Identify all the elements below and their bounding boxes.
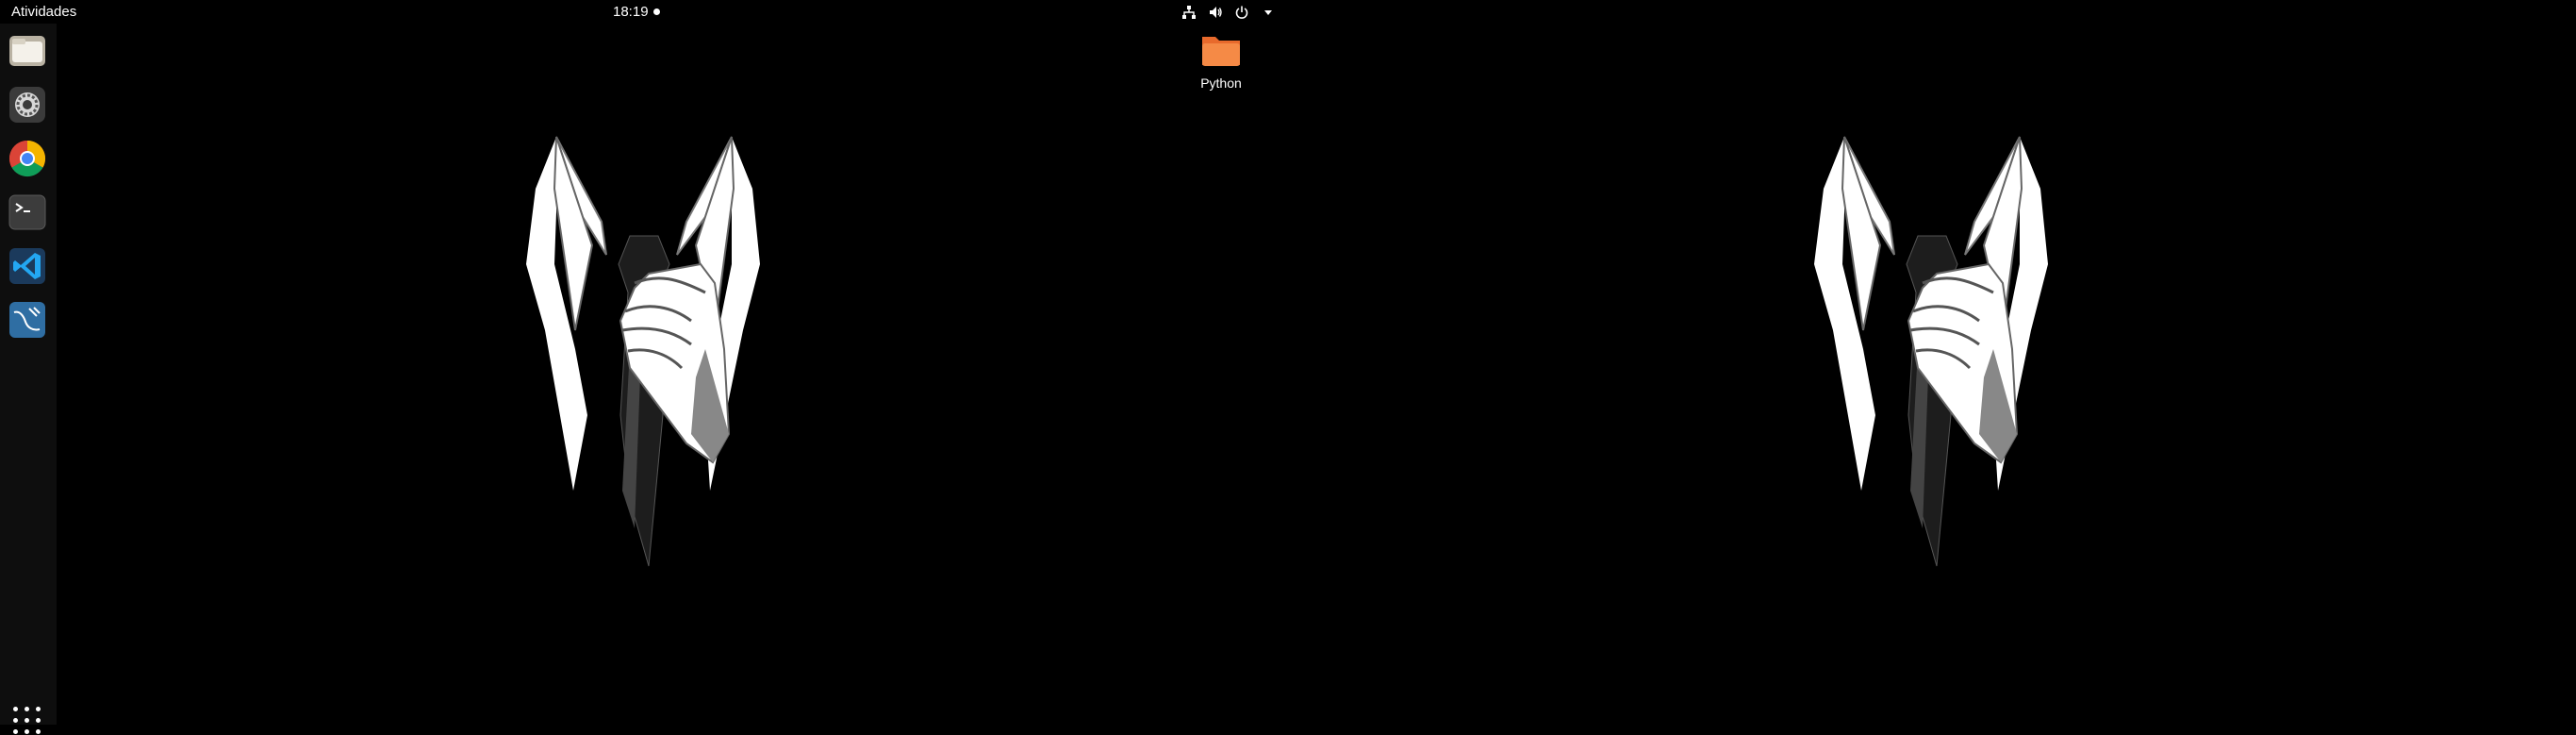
folder-icon: [1202, 37, 1240, 66]
dock-vscode[interactable]: [7, 245, 48, 287]
volume-icon[interactable]: [1207, 4, 1224, 21]
dock-terminal[interactable]: [7, 192, 48, 233]
clock-button[interactable]: 18:19: [613, 0, 660, 24]
notification-dot-icon: [652, 8, 660, 15]
activities-button[interactable]: Atividades: [11, 0, 76, 24]
dock: [0, 24, 57, 734]
desktop-folder-python[interactable]: Python: [1194, 31, 1248, 91]
dock-chrome[interactable]: [7, 138, 48, 179]
vscode-icon: [9, 248, 45, 284]
power-icon[interactable]: [1233, 4, 1250, 21]
chrome-icon: [8, 140, 46, 177]
wallpaper-suit-left: [526, 136, 760, 567]
top-panel: Atividades 18:19: [0, 0, 1288, 24]
wallpaper-suit-right: [1814, 136, 2048, 567]
dock-files[interactable]: [7, 30, 48, 72]
desktop-icon-label: Python: [1200, 75, 1242, 91]
terminal-icon: [8, 194, 46, 230]
network-icon[interactable]: [1181, 4, 1197, 21]
dock-settings[interactable]: [7, 84, 48, 125]
show-applications-button[interactable]: [13, 707, 41, 735]
files-icon: [9, 36, 45, 66]
mysql-workbench-icon: [9, 302, 45, 338]
dock-mysql-workbench[interactable]: [7, 299, 48, 341]
clock-time: 18:19: [613, 4, 649, 20]
chevron-down-icon[interactable]: [1260, 4, 1277, 21]
settings-gear-icon: [9, 87, 45, 123]
system-tray[interactable]: [1181, 0, 1277, 24]
